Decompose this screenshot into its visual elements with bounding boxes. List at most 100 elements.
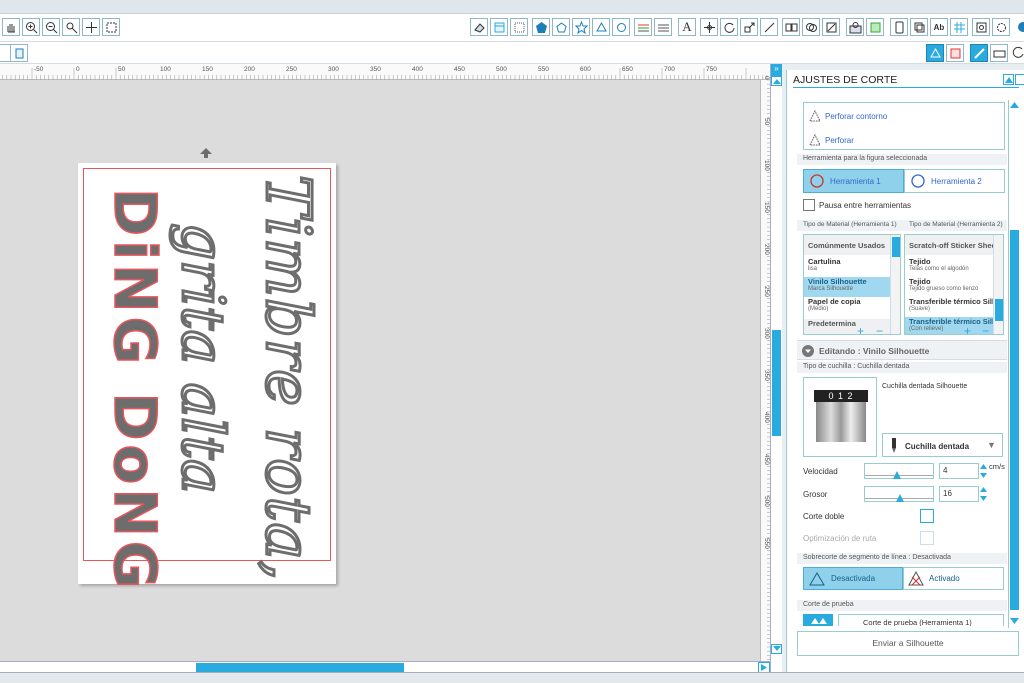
horizontal-scrollbar[interactable]	[0, 661, 770, 673]
document-icon[interactable]	[10, 44, 28, 62]
perforar-contorno-option[interactable]: Perforar contorno	[808, 109, 887, 123]
panel-scroll-thumb[interactable]	[1010, 230, 1019, 610]
panel-collapse-icon[interactable]: »	[771, 64, 782, 76]
test-cut-nudge-icon[interactable]	[803, 614, 833, 626]
drag-zoom-icon[interactable]	[82, 18, 100, 36]
editing-header[interactable]: Editando : Vinilo Silhouette	[797, 340, 1007, 360]
material-2-row-2[interactable]: Tejido Tejido grueso como lienzo	[905, 277, 1003, 297]
grid-view-icon[interactable]	[950, 18, 968, 36]
perforar-option[interactable]: Perforar	[808, 133, 854, 147]
registration-icon[interactable]	[972, 18, 990, 36]
shape-icon[interactable]	[592, 18, 610, 36]
scroll-up-icon[interactable]	[771, 76, 782, 86]
fill-color-icon[interactable]	[532, 18, 550, 36]
material-2-remove-icon[interactable]: −	[982, 324, 989, 338]
material-1-row-2[interactable]: Vinilo Silhouette Marca Silhouette	[804, 277, 900, 297]
material-1-row-4[interactable]: Predetermina	[804, 319, 900, 334]
overcut-off-button[interactable]: Desactivada	[803, 567, 903, 590]
double-cut-checkbox[interactable]	[920, 509, 934, 523]
material-1-row-1[interactable]: Cartulina lisa	[804, 257, 900, 277]
page-up-arrow-icon[interactable]	[199, 147, 213, 159]
material-1-row-3[interactable]: Papel de copia (Medio)	[804, 297, 900, 317]
overcut-on-button[interactable]: Activado	[903, 567, 1004, 590]
design-canvas[interactable]: Timbre rota, grita alta DiNG DoNG	[0, 80, 760, 661]
material-list-2[interactable]: Scratch-off Sticker Sheet Tejido Telas co…	[904, 234, 1004, 335]
knife-icon[interactable]	[760, 18, 778, 36]
scale-icon[interactable]	[740, 18, 758, 36]
zoom-in-icon[interactable]	[22, 18, 40, 36]
material-list-1[interactable]: Comúnmente Usados Cartulina lisa Vinilo S…	[803, 234, 901, 335]
thickness-input[interactable]: 16	[939, 486, 979, 502]
panel-scrollbar[interactable]	[1008, 100, 1020, 628]
replicate-icon[interactable]	[782, 18, 800, 36]
cut-settings-icon[interactable]	[970, 44, 988, 62]
send-icon[interactable]	[990, 44, 1008, 62]
pan-hand-icon[interactable]	[2, 18, 20, 36]
panel-pin-icon[interactable]	[1003, 74, 1014, 85]
move-icon[interactable]	[700, 18, 718, 36]
settings-icon[interactable]	[992, 18, 1010, 36]
thickness-slider[interactable]	[864, 486, 934, 502]
speed-slider-thumb[interactable]	[892, 471, 901, 479]
path-opt-checkbox[interactable]	[920, 531, 934, 545]
vertical-scrollbar[interactable]: »	[770, 64, 782, 672]
text-line-3[interactable]: DiNG DoNG	[100, 187, 170, 593]
page-setup-icon[interactable]	[490, 18, 508, 36]
thickness-slider-thumb[interactable]	[896, 494, 904, 502]
scroll-down-icon[interactable]	[771, 644, 782, 654]
send-to-silhouette-button[interactable]: Enviar a Silhouette	[797, 631, 1019, 656]
material-1-remove-icon[interactable]: −	[876, 324, 883, 338]
grid-icon[interactable]	[510, 18, 528, 36]
line-icon[interactable]	[654, 18, 672, 36]
design-view-icon[interactable]	[926, 44, 944, 62]
library-icon[interactable]	[846, 18, 864, 36]
thickness-stepper-icon[interactable]	[980, 486, 987, 502]
text-style-icon[interactable]: A	[678, 18, 696, 36]
store-icon[interactable]	[866, 18, 884, 36]
pause-checkbox[interactable]	[803, 199, 815, 211]
gear-icon[interactable]	[1014, 18, 1024, 36]
speed-stepper-icon[interactable]	[980, 463, 987, 479]
design-page[interactable]: Timbre rota, grita alta DiNG DoNG	[78, 163, 336, 593]
text-line-1[interactable]: Timbre rota,	[243, 174, 333, 583]
star-icon[interactable]	[572, 18, 590, 36]
modify-icon[interactable]	[802, 18, 820, 36]
panel-close-icon[interactable]	[1015, 74, 1024, 85]
zoom-out-icon[interactable]	[42, 18, 60, 36]
horizontal-scroll-thumb[interactable]	[196, 663, 404, 672]
panel-scroll-down-icon[interactable]	[1009, 616, 1020, 626]
layers-icon[interactable]	[910, 18, 928, 36]
material-2-row-3[interactable]: Transferible térmico Silh (Suave)	[905, 297, 1003, 317]
panel-scroll-up-icon[interactable]	[1009, 100, 1020, 110]
material-1-row-0[interactable]: Comúnmente Usados	[804, 235, 900, 255]
speed-input[interactable]: 4	[939, 463, 979, 479]
material-2-row-0[interactable]: Scratch-off Sticker Sheet	[905, 235, 1003, 255]
tool-2-button[interactable]: Herramienta 2	[904, 169, 1005, 193]
speed-slider[interactable]	[864, 463, 934, 479]
tool-1-button[interactable]: Herramienta 1	[803, 169, 904, 193]
refresh-icon[interactable]	[1012, 44, 1024, 62]
material-1-add-icon[interactable]: +	[857, 324, 864, 338]
print-cut-icon[interactable]	[890, 18, 908, 36]
blade-select[interactable]: Cuchilla dentada ▼	[882, 433, 1003, 457]
zoom-select-icon[interactable]	[62, 18, 80, 36]
line-style-icon[interactable]	[634, 18, 652, 36]
material-2-scrollbar[interactable]	[993, 235, 1003, 334]
offset-icon[interactable]	[612, 18, 630, 36]
material-2-scroll-thumb[interactable]	[995, 299, 1003, 321]
trace-icon[interactable]	[822, 18, 840, 36]
material-1-scroll-thumb[interactable]	[892, 237, 900, 257]
chevron-down-icon[interactable]: ▼	[987, 440, 996, 450]
eraser-icon[interactable]	[470, 18, 488, 36]
material-2-row-1[interactable]: Tejido Telas como el algodón	[905, 257, 1003, 277]
text-line-2[interactable]: grita alta	[163, 222, 243, 543]
material-2-add-icon[interactable]: +	[964, 324, 971, 338]
test-cut-button[interactable]: Corte de prueba (Herramienta 1)	[838, 614, 1004, 626]
pentagon-icon[interactable]	[552, 18, 570, 36]
vertical-scroll-thumb[interactable]	[772, 330, 781, 436]
material-1-scrollbar[interactable]	[890, 235, 900, 334]
fit-page-icon[interactable]	[102, 18, 120, 36]
store-view-icon[interactable]	[946, 44, 964, 62]
rotate-icon[interactable]	[720, 18, 738, 36]
text-icon[interactable]: Ab	[930, 18, 948, 36]
